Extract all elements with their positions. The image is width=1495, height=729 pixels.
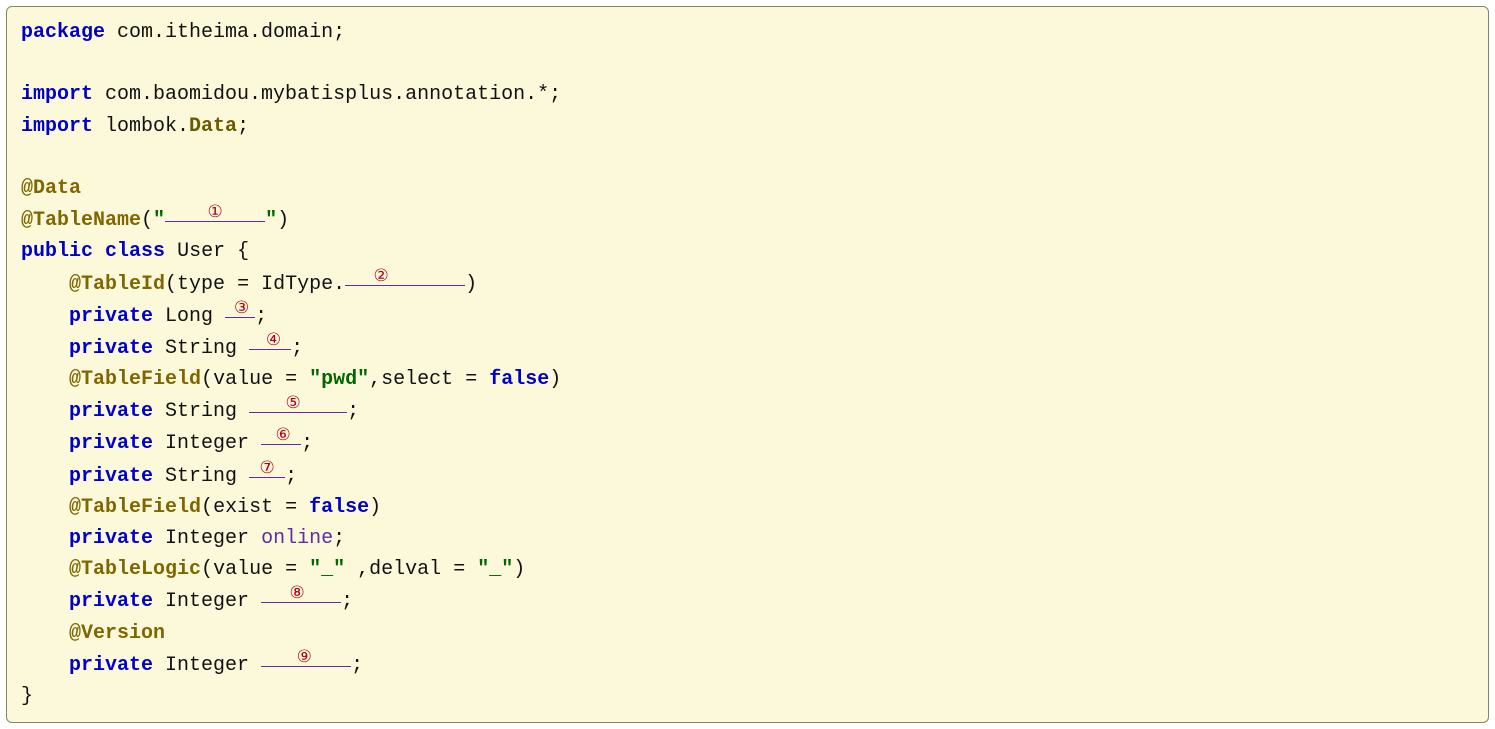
lbrace: { (237, 240, 249, 263)
blank-3: ③ (225, 297, 255, 318)
annotation-tableid: @TableId (69, 273, 165, 296)
comma: , (357, 558, 369, 581)
string-quote-open: " (153, 209, 165, 232)
keyword-private: private (69, 337, 153, 360)
equals: = (237, 273, 249, 296)
keyword-import: import (21, 83, 93, 106)
keyword-private: private (69, 305, 153, 328)
semicolon: ; (255, 305, 267, 328)
blank-8: ⑧ (261, 582, 341, 603)
semicolon: ; (333, 527, 345, 550)
string-underscore-2: "_" (477, 558, 513, 581)
blank-4-label: ④ (266, 329, 281, 356)
type-integer: Integer (165, 527, 249, 550)
lparen: ( (141, 209, 153, 232)
rparen: ) (465, 273, 477, 296)
keyword-private: private (69, 432, 153, 455)
equals: = (285, 368, 297, 391)
blank-4: ④ (249, 329, 291, 350)
semicolon: ; (549, 83, 561, 106)
blank-1: ① (165, 201, 265, 222)
string-quote-close: " (265, 209, 277, 232)
equals: = (285, 496, 297, 519)
semicolon: ; (285, 465, 297, 488)
keyword-private: private (69, 527, 153, 550)
blank-5: ⑤ (249, 392, 347, 413)
keyword-public: public (21, 240, 93, 263)
tableid-type-label: type (177, 273, 225, 296)
keyword-class: class (105, 240, 165, 263)
keyword-package: package (21, 21, 105, 44)
tl-delval-label: delval (369, 558, 441, 581)
type-integer: Integer (165, 654, 249, 677)
tf-select-label: select (381, 368, 453, 391)
lparen: ( (201, 496, 213, 519)
semicolon: ; (351, 654, 363, 677)
equals: = (465, 368, 477, 391)
blank-1-label: ① (207, 201, 222, 228)
annotation-version: @Version (69, 622, 165, 645)
blank-2: ② (345, 265, 465, 286)
semicolon: ; (237, 115, 249, 138)
keyword-private: private (69, 590, 153, 613)
type-long: Long (165, 305, 213, 328)
lparen: ( (201, 558, 213, 581)
import1: com.baomidou.mybatisplus.annotation.* (105, 83, 549, 106)
rparen: ) (277, 209, 289, 232)
class-name: User (177, 240, 225, 263)
field-online: online (261, 527, 333, 550)
import2-class: Data (189, 115, 237, 138)
type-integer: Integer (165, 590, 249, 613)
rbrace: } (21, 685, 33, 708)
import2-prefix: lombok. (105, 115, 189, 138)
blank-2-label: ② (374, 265, 389, 292)
string-underscore-1: "_" (309, 558, 345, 581)
tl-value-label: value (213, 558, 273, 581)
equals: = (453, 558, 465, 581)
keyword-false: false (489, 368, 549, 391)
semicolon: ; (301, 432, 313, 455)
package-path: com.itheima.domain (117, 21, 333, 44)
type-string: String (165, 465, 237, 488)
blank-3-label: ③ (234, 297, 249, 324)
equals: = (285, 558, 297, 581)
lparen: ( (165, 273, 177, 296)
annotation-data: @Data (21, 177, 81, 200)
type-integer: Integer (165, 432, 249, 455)
blank-9: ⑨ (261, 646, 351, 667)
tf-value-label: value (213, 368, 273, 391)
blank-5-label: ⑤ (286, 392, 301, 419)
semicolon: ; (341, 590, 353, 613)
tf-exist-label: exist (213, 496, 273, 519)
rparen: ) (549, 368, 561, 391)
type-string: String (165, 400, 237, 423)
blank-9-label: ⑨ (297, 646, 312, 673)
semicolon: ; (333, 21, 345, 44)
annotation-tablefield-2: @TableField (69, 496, 201, 519)
blank-7: ⑦ (249, 457, 285, 478)
keyword-private: private (69, 465, 153, 488)
idtype-prefix: IdType. (261, 273, 345, 296)
annotation-tablelogic: @TableLogic (69, 558, 201, 581)
rparen: ) (369, 496, 381, 519)
annotation-tablefield-1: @TableField (69, 368, 201, 391)
string-pwd: "pwd" (309, 368, 369, 391)
rparen: ) (513, 558, 525, 581)
blank-7-label: ⑦ (259, 457, 274, 484)
annotation-tablename: @TableName (21, 209, 141, 232)
type-string: String (165, 337, 237, 360)
blank-6-label: ⑥ (275, 424, 290, 451)
semicolon: ; (347, 400, 359, 423)
keyword-private: private (69, 400, 153, 423)
blank-6: ⑥ (261, 424, 301, 445)
keyword-private: private (69, 654, 153, 677)
comma: , (369, 368, 381, 391)
blank-8-label: ⑧ (289, 582, 304, 609)
semicolon: ; (291, 337, 303, 360)
keyword-false: false (309, 496, 369, 519)
code-block: package com.itheima.domain; import com.b… (6, 6, 1489, 723)
keyword-import: import (21, 115, 93, 138)
lparen: ( (201, 368, 213, 391)
